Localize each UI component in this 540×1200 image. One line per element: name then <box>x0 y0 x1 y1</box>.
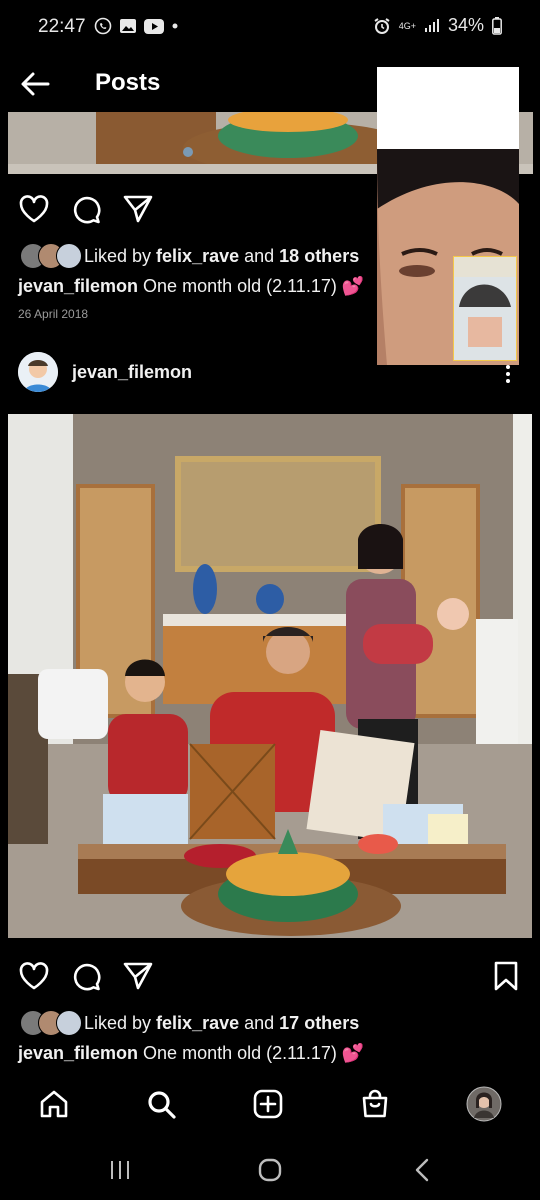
more-options-button[interactable] <box>498 362 518 386</box>
avatar[interactable] <box>18 352 58 392</box>
liked-count[interactable]: 17 others <box>279 1013 359 1034</box>
youtube-icon <box>144 18 164 34</box>
send-icon[interactable] <box>122 961 154 991</box>
dot-icon <box>172 23 178 29</box>
post2-action-bar <box>18 960 154 992</box>
caption-username[interactable]: jevan_filemon <box>18 276 138 296</box>
whatsapp-icon <box>94 17 112 35</box>
send-icon[interactable] <box>122 194 154 224</box>
back-arrow-icon <box>21 72 50 96</box>
self-view-pip[interactable] <box>453 256 517 361</box>
heart-icon[interactable] <box>18 194 50 224</box>
post-image[interactable] <box>8 414 532 938</box>
liker-avatar <box>56 243 82 269</box>
gallery-icon <box>120 19 136 33</box>
caption-text: One month old (2.11.17) 💕 <box>138 1043 365 1063</box>
back-system-icon[interactable] <box>410 1157 434 1183</box>
liked-user[interactable]: felix_rave <box>156 1013 239 1034</box>
home-icon <box>40 1090 67 1117</box>
comment-icon[interactable] <box>70 960 102 992</box>
liked-and: and <box>239 245 280 266</box>
post1-date: 26 April 2018 <box>18 307 89 321</box>
liked-prefix: Liked by <box>84 245 157 266</box>
liked-count[interactable]: 18 others <box>279 246 359 267</box>
self-view-feed <box>454 257 516 360</box>
battery-percent: 34% <box>447 15 484 35</box>
bottom-nav <box>0 1076 540 1136</box>
post-username[interactable]: jevan_filemon <box>72 362 192 383</box>
home-button-icon[interactable] <box>257 1157 283 1183</box>
liked-and: and <box>239 1012 280 1033</box>
recents-icon[interactable] <box>108 1158 132 1182</box>
back-button[interactable] <box>18 66 58 102</box>
profile-avatar <box>466 1086 502 1121</box>
battery-icon <box>492 16 502 35</box>
liked-user[interactable]: felix_rave <box>156 246 239 267</box>
nav-search[interactable] <box>145 1088 177 1125</box>
alarm-icon <box>374 17 390 34</box>
liked-prefix: Liked by <box>84 1012 157 1033</box>
post1-caption: jevan_filemon One month old (2.11.17) 💕 <box>18 276 364 297</box>
liker-avatars <box>20 1010 82 1036</box>
nav-create[interactable] <box>252 1088 284 1125</box>
video-call-overlay[interactable] <box>377 67 519 365</box>
shop-icon <box>362 1089 388 1117</box>
signal-icon <box>424 19 439 32</box>
heart-icon[interactable] <box>18 961 50 991</box>
family-photo <box>8 414 532 938</box>
comment-icon[interactable] <box>70 193 102 225</box>
status-time: 22:47 <box>38 16 86 37</box>
status-bar: 22:47 4G+ 34% <box>0 0 540 56</box>
system-navigation <box>0 1140 540 1200</box>
post2-likes[interactable]: Liked by felix_rave and 17 others <box>20 1010 359 1036</box>
avatar-image <box>18 352 58 392</box>
post1-action-bar <box>18 193 154 225</box>
system-status-icons: 4G+ 34% <box>373 15 502 36</box>
caption-username[interactable]: jevan_filemon <box>18 1043 138 1063</box>
post1-likes[interactable]: Liked by felix_rave and 18 others <box>20 243 359 269</box>
liker-avatar <box>56 1010 82 1036</box>
page-title: Posts <box>95 69 161 96</box>
post2-caption: jevan_filemon One month old (2.11.17) 💕 <box>18 1043 364 1064</box>
nav-profile[interactable] <box>466 1086 502 1127</box>
notification-icons <box>94 17 179 35</box>
search-icon <box>148 1090 176 1119</box>
caption-text: One month old (2.11.17) 💕 <box>138 276 365 296</box>
bookmark-icon <box>494 961 518 991</box>
nav-shop[interactable] <box>359 1088 391 1125</box>
nav-home[interactable] <box>38 1088 70 1125</box>
network-type: 4G+ <box>398 20 416 31</box>
save-button[interactable] <box>492 960 520 992</box>
add-post-icon <box>253 1089 283 1118</box>
more-vertical-icon <box>506 365 510 383</box>
liker-avatars <box>20 243 82 269</box>
